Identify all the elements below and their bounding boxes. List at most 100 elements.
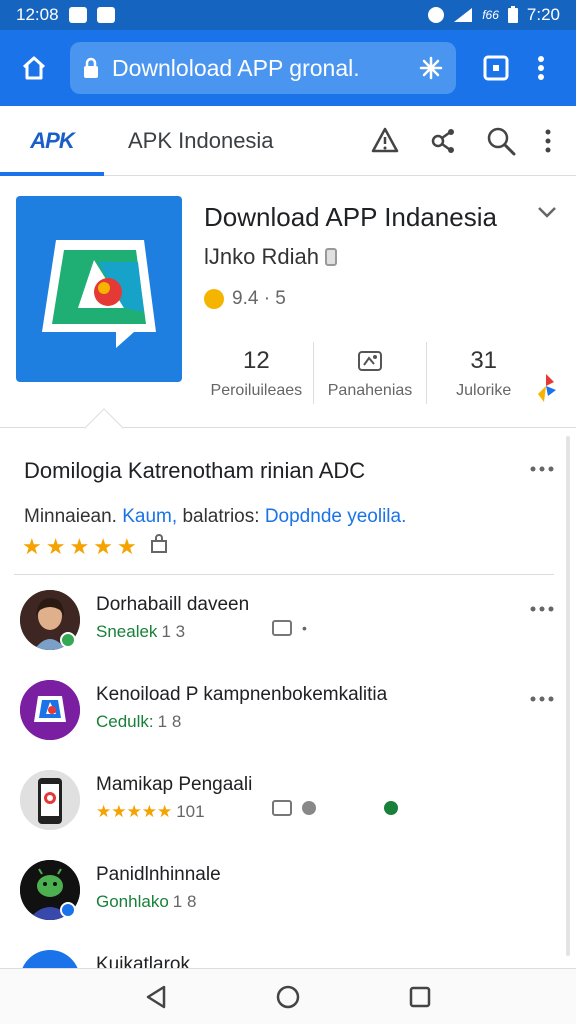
- list-item[interactable]: Kuikatlarok: [0, 940, 576, 968]
- bag-icon[interactable]: [149, 534, 169, 559]
- media-icon: [272, 620, 292, 636]
- search-button[interactable]: [484, 124, 518, 158]
- stat-value: 12: [242, 347, 270, 374]
- status-bar: 12:08 f66 7:20: [0, 0, 576, 30]
- logo-tab[interactable]: APK: [0, 106, 104, 176]
- description-title: Domilogia Katrenotham rinian ADC: [24, 458, 366, 483]
- meta-dot-icon: •: [302, 620, 307, 636]
- list-item[interactable]: Panidlnhinnale Gonhlako 1 8: [0, 850, 576, 940]
- star-icon: ★: [69, 533, 90, 559]
- item-stars: ★★★★★: [96, 802, 173, 821]
- more-vert-icon: [538, 56, 544, 80]
- home-button[interactable]: [14, 48, 54, 88]
- desc-link-1[interactable]: Kaum,: [122, 506, 177, 527]
- item-category: Snealek: [96, 622, 158, 641]
- item-subtitle: Snealek 1 3: [96, 622, 185, 642]
- back-button[interactable]: [136, 977, 176, 1017]
- verified-badge-icon: [60, 902, 76, 918]
- item-meta: [272, 800, 398, 816]
- app-stats: 12 Peroiluileaes Panahenias 31 Julorike: [200, 342, 540, 404]
- tabs-button[interactable]: [476, 48, 516, 88]
- stat-reviews[interactable]: 12 Peroiluileaes: [200, 342, 314, 404]
- description-text: Minnaiean. Kaum, balatrios: Dopdnde yeol…: [24, 506, 406, 528]
- home-icon: [22, 56, 46, 80]
- alert-button[interactable]: [368, 124, 402, 158]
- item-subtitle: Gonhlako 1 8: [96, 892, 196, 912]
- avatar: [20, 950, 80, 968]
- list-item[interactable]: Mamikap Pengaali ★★★★★ 101: [0, 760, 576, 850]
- site-logo: APK: [30, 127, 74, 153]
- rating-face-icon: [204, 289, 224, 309]
- share-button[interactable]: [426, 124, 460, 158]
- pinwheel-icon: [534, 372, 558, 411]
- tabs-icon: [483, 55, 509, 81]
- avatar: [20, 770, 80, 830]
- url-bar[interactable]: Downloload APP gronal.: [70, 42, 456, 94]
- app-list: Dorhabaill daveen Snealek 1 3 • Kenoiloa…: [0, 580, 576, 968]
- search-icon: [487, 127, 516, 155]
- stat-label: Julorike: [456, 382, 512, 399]
- desc-plain: Minnaiean.: [24, 506, 117, 527]
- online-badge-icon: [60, 632, 76, 648]
- status-dot-icon: [384, 801, 398, 815]
- star-icon: ★: [45, 533, 66, 559]
- item-count: 1 8: [172, 892, 197, 911]
- app-icon[interactable]: [16, 196, 182, 382]
- back-icon: [146, 985, 166, 1008]
- browser-menu-button[interactable]: [526, 48, 556, 88]
- verified-badge-icon: [324, 248, 337, 266]
- item-count: 1 8: [157, 712, 182, 731]
- extension-icon[interactable]: [418, 55, 444, 81]
- signal-icon: [454, 8, 473, 22]
- more-horiz-icon[interactable]: [530, 460, 554, 478]
- chevron-down-icon[interactable]: [536, 204, 558, 225]
- more-horiz-icon[interactable]: [530, 600, 554, 618]
- item-category: Gonhlako: [96, 892, 169, 911]
- notification-icon: [68, 7, 87, 23]
- app-rating: 9.4 · 5: [204, 288, 286, 310]
- lock-icon: [82, 57, 100, 79]
- more-vert-icon: [545, 129, 551, 152]
- site-nav: APK APK Indonesia: [0, 106, 576, 176]
- more-horiz-icon[interactable]: [530, 690, 554, 708]
- media-icon: [272, 800, 292, 816]
- browser-toolbar: Downloload APP gronal.: [0, 30, 576, 106]
- star-icon: ★: [93, 533, 113, 559]
- desc-plain-2: balatrios:: [182, 506, 260, 527]
- item-count: 1 3: [161, 622, 186, 641]
- item-meta: •: [272, 620, 307, 636]
- app-title: Download APP Indanesia: [204, 202, 497, 232]
- item-title: Kuikatlarok: [96, 954, 190, 968]
- list-item[interactable]: Dorhabaill daveen Snealek 1 3 •: [0, 580, 576, 670]
- site-menu-button[interactable]: [542, 124, 554, 158]
- item-count: 101: [176, 802, 205, 821]
- share-icon: [431, 128, 454, 153]
- desc-link-2[interactable]: Dopdnde yeolila.: [265, 506, 407, 527]
- item-category: Cedulk:: [96, 712, 154, 731]
- star-icon: ★: [22, 533, 42, 559]
- list-item[interactable]: Kenoiload P kampnenbokemkalitia Cedulk: …: [0, 670, 576, 760]
- status-time-right: 7:20: [526, 5, 560, 24]
- circle-home-icon: [276, 985, 300, 1008]
- item-subtitle: Cedulk: 1 8: [96, 712, 181, 732]
- stat-label: Peroiluileaes: [210, 382, 303, 399]
- stat-downloads[interactable]: 31 Julorike: [427, 342, 540, 404]
- star-rating: ★ ★ ★ ★ ★: [22, 534, 169, 559]
- recents-icon: [409, 986, 431, 1007]
- url-text: Downloload APP gronal.: [112, 54, 360, 81]
- chat-icon: [302, 801, 316, 815]
- recents-button[interactable]: [400, 977, 440, 1017]
- item-title: Dorhabaill daveen: [96, 594, 250, 615]
- star-icon: ★: [116, 533, 137, 559]
- content-area: Domilogia Katrenotham rinian ADC Minnaie…: [0, 430, 576, 968]
- stat-category[interactable]: Panahenias: [314, 342, 428, 404]
- app-developer[interactable]: lJnko Rdiah: [204, 244, 337, 270]
- home-nav-button[interactable]: [268, 977, 308, 1017]
- developer-name: lJnko Rdiah: [204, 244, 319, 269]
- app-card: Download APP Indanesia lJnko Rdiah 9.4 ·…: [0, 176, 576, 448]
- item-title: Mamikap Pengaali: [96, 774, 253, 795]
- item-subtitle: ★★★★★ 101: [96, 802, 205, 822]
- active-tab-indicator: [0, 171, 104, 176]
- system-nav-bar: [0, 968, 576, 1024]
- divider: [14, 574, 554, 575]
